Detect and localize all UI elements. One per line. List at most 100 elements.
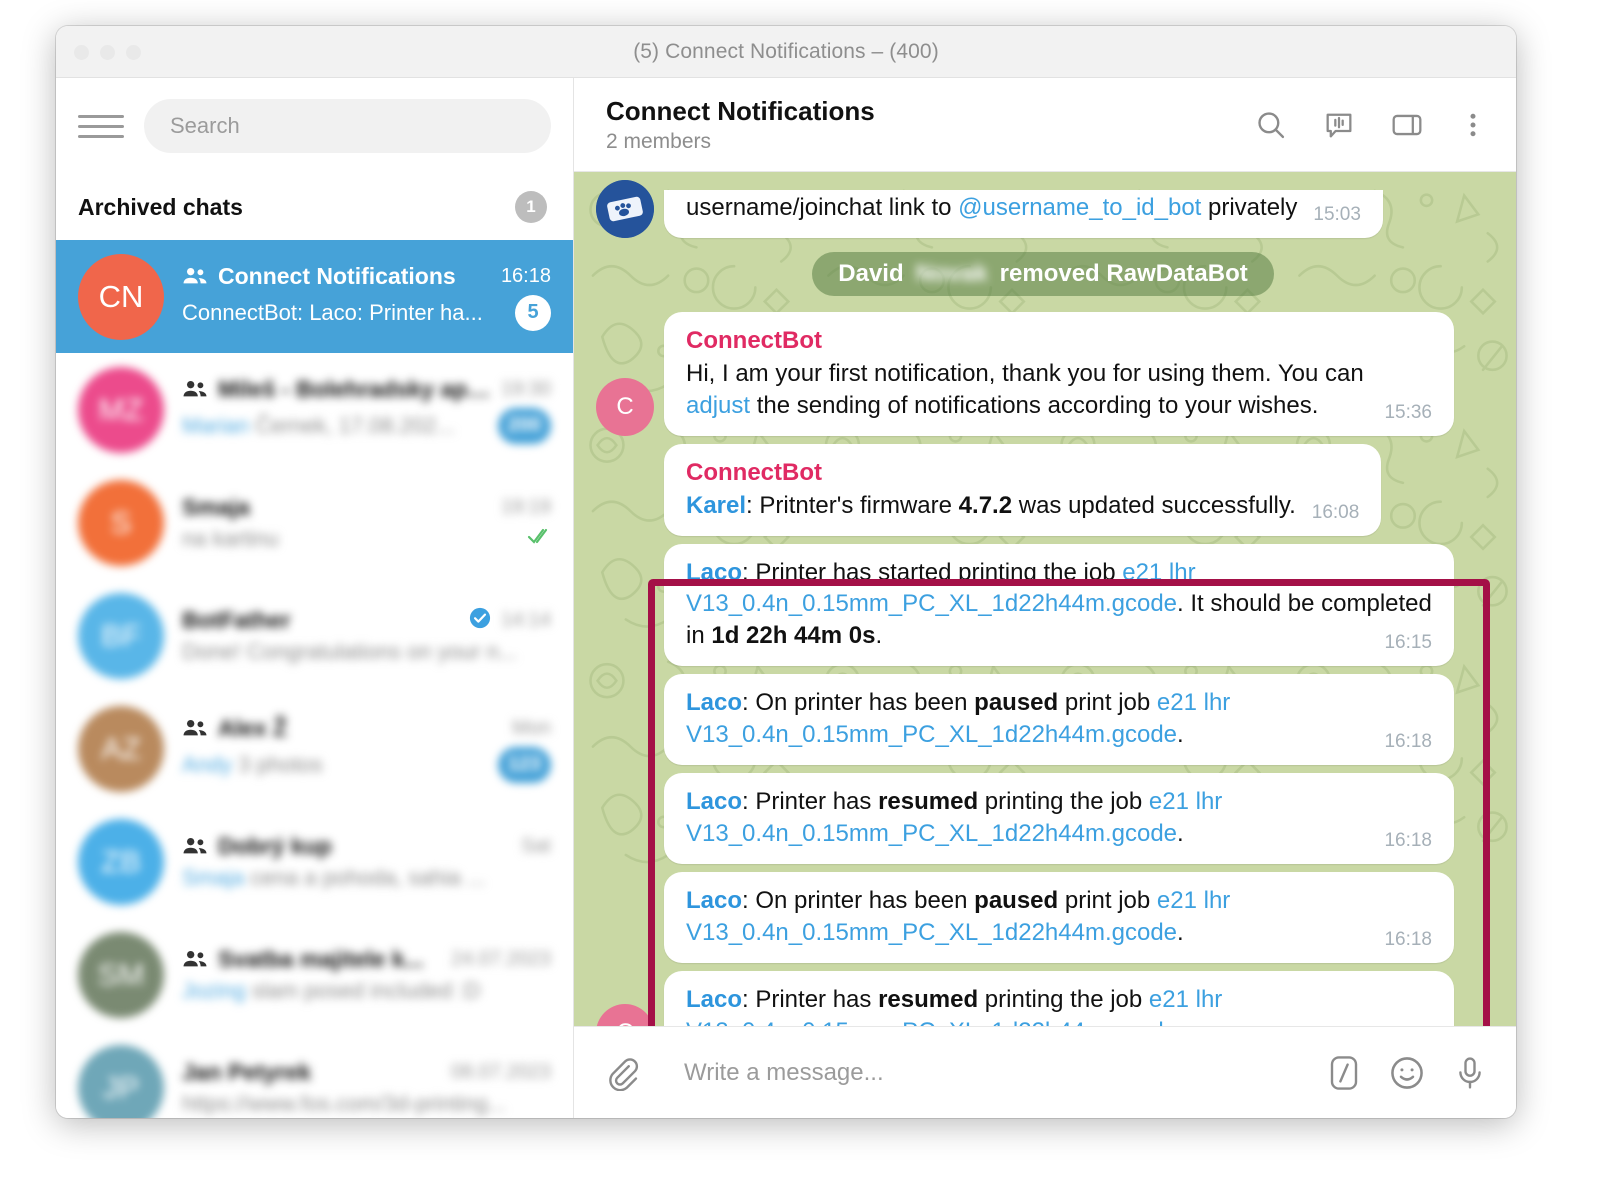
message-timestamp: 16:18 <box>1384 729 1432 754</box>
paperclip-icon[interactable] <box>604 1055 640 1091</box>
service-actor[interactable]: David <box>838 260 903 288</box>
chat-item-time: Sat <box>521 835 551 858</box>
search-icon[interactable] <box>1254 108 1288 142</box>
message-avatar: C <box>596 378 654 436</box>
search-box[interactable] <box>144 99 551 153</box>
chat-item-meta: Dobrý kup Sat Smaja cena a pohoda, sahia .… <box>182 833 551 891</box>
group-icon <box>182 949 208 969</box>
zoom-button[interactable] <box>126 45 141 60</box>
sidebar-header <box>56 78 573 174</box>
hamburger-menu-icon[interactable] <box>78 111 124 141</box>
message-text: printing the job <box>978 788 1149 815</box>
emoji-smile-icon[interactable] <box>1388 1054 1426 1092</box>
chat-item-preview: ConnectBot: Laco: Printer ha... <box>182 300 505 326</box>
message-bubble[interactable]: Laco: Printer has resumed printing the j… <box>664 971 1454 1026</box>
chat-list-item[interactable]: SMSvatba majitele k...24.07.2023Jozing s… <box>56 918 573 1031</box>
slash-command-icon[interactable] <box>1326 1053 1362 1093</box>
chat-list-item[interactable]: SSmaja19:19na kartinu <box>56 466 573 579</box>
message-text: print job <box>1058 887 1157 914</box>
window-body: Archived chats 1 CN Connect Notifications… <box>56 78 1516 1118</box>
message-composer <box>574 1026 1516 1118</box>
message-row: C ConnectBot Hi, I am your first notificat… <box>596 312 1490 436</box>
message-input[interactable] <box>666 1059 1300 1087</box>
unread-badge: 5 <box>515 295 551 331</box>
message-row: Laco: On printer has been paused print j… <box>596 872 1490 963</box>
avatar: S <box>78 480 164 566</box>
chat-item-meta: Alex ŽMonAndy 3 photos123 <box>182 715 551 783</box>
chat-list-item[interactable]: AZ Alex ŽMonAndy 3 photos123 <box>56 692 573 805</box>
message-sender-name[interactable]: ConnectBot <box>686 457 1359 489</box>
chat-list-item[interactable]: BFBotFather14:14Done! Congratulations on… <box>56 579 573 692</box>
service-message: DavidNovakremoved RawDataBot <box>596 252 1490 296</box>
message-text: username/joinchat link to <box>686 194 958 221</box>
search-input[interactable] <box>170 113 525 139</box>
chat-list-item[interactable]: CN Connect Notifications16:18ConnectBot: … <box>56 240 573 353</box>
avatar: AZ <box>78 706 164 792</box>
chat-item-name: Smaja <box>182 494 491 521</box>
minimize-button[interactable] <box>100 45 115 60</box>
sidebar-panel-icon[interactable] <box>1390 108 1424 142</box>
chat-item-name: Svatba majitele k... <box>218 946 441 973</box>
message-bubble[interactable]: username/joinchat link to @username_to_i… <box>664 190 1383 238</box>
printer-name[interactable]: Laco <box>686 788 742 815</box>
message-bubble[interactable]: Laco: Printer has resumed printing the j… <box>664 773 1454 864</box>
message-row: Laco: Printer has started printing the j… <box>596 544 1490 667</box>
chat-item-name: Mileš - Bolehradsky apr... <box>218 376 491 403</box>
chat-item-time: 08.07.2023 <box>451 1061 551 1084</box>
message-timestamp: 16:08 <box>1312 500 1360 525</box>
chat-item-name: Dobrý kup <box>218 833 511 860</box>
message-text: . <box>1177 919 1184 946</box>
chat-header-text[interactable]: Connect Notifications 2 members <box>606 96 1254 154</box>
message-link[interactable]: adjust <box>686 392 750 419</box>
message-scroll-area[interactable]: username/joinchat link to @username_to_i… <box>596 172 1490 1026</box>
message-text: : On printer has been <box>742 887 974 914</box>
chat-pane: Connect Notifications 2 members <box>574 78 1516 1118</box>
microphone-icon[interactable] <box>1452 1054 1488 1092</box>
message-text: : Printer has started printing the job <box>742 559 1122 586</box>
message-timestamp: 15:36 <box>1384 400 1432 425</box>
message-bubble[interactable]: Laco: On printer has been paused print j… <box>664 872 1454 963</box>
message-text: the sending of notifications according t… <box>750 392 1318 419</box>
printer-name[interactable]: Laco <box>686 887 742 914</box>
printer-name[interactable]: Laco <box>686 689 742 716</box>
archived-chats-row[interactable]: Archived chats 1 <box>56 174 573 240</box>
printer-name[interactable]: Laco <box>686 986 742 1013</box>
printer-name[interactable]: Karel <box>686 492 746 519</box>
message-link[interactable]: @username_to_id_bot <box>958 194 1201 221</box>
message-text: Hi, I am your first notification, thank … <box>686 360 1364 387</box>
group-icon <box>182 718 208 738</box>
chat-list-item[interactable]: MZMileš - Bolehradsky apr...19:30Marian … <box>56 353 573 466</box>
printer-name[interactable]: Laco <box>686 559 742 586</box>
message-timestamp: 16:15 <box>1384 630 1432 655</box>
avatar: CN <box>78 254 164 340</box>
message-bubble[interactable]: ConnectBotKarel: Pritnter's firmware 4.7… <box>664 444 1381 536</box>
message-list[interactable]: username/joinchat link to @username_to_i… <box>574 172 1516 1026</box>
chat-list-item[interactable]: ZBDobrý kupSatSmaja cena a pohoda, sahia… <box>56 805 573 918</box>
emphasis-text: paused <box>974 887 1058 914</box>
chat-item-preview: Smaja cena a pohoda, sahia ... <box>182 865 551 891</box>
message-bubble[interactable]: ConnectBot Hi, I am your first notificati… <box>664 312 1454 436</box>
message-row: CLaco: Printer has resumed printing the … <box>596 971 1490 1026</box>
chat-item-time: 14:14 <box>501 609 551 632</box>
message-bubble[interactable]: Laco: Printer has started printing the j… <box>664 544 1454 667</box>
archived-chats-label: Archived chats <box>78 194 515 221</box>
message-sender-name[interactable]: ConnectBot <box>686 325 1432 357</box>
message-text: . <box>1177 820 1184 847</box>
window-titlebar: (5) Connect Notifications – (400) <box>56 26 1516 78</box>
avatar: SM <box>78 932 164 1018</box>
voice-chat-icon[interactable] <box>1322 108 1356 142</box>
more-options-icon[interactable] <box>1458 108 1488 142</box>
close-button[interactable] <box>74 45 89 60</box>
sidebar: Archived chats 1 CN Connect Notifications… <box>56 78 574 1118</box>
message-timestamp: 16:18 <box>1384 828 1432 853</box>
message-bubble[interactable]: Laco: On printer has been paused print j… <box>664 674 1454 765</box>
message-avatar <box>596 180 654 238</box>
chat-item-time: 16:18 <box>501 265 551 288</box>
chat-list[interactable]: CN Connect Notifications16:18ConnectBot: … <box>56 240 573 1118</box>
emphasis-text: resumed <box>878 788 978 815</box>
window-controls[interactable] <box>74 45 141 60</box>
avatar: BF <box>78 593 164 679</box>
chat-list-item[interactable]: JPJan Petyrek08.07.2023https://www.fos.c… <box>56 1031 573 1118</box>
chat-item-meta: Connect Notifications16:18ConnectBot: La… <box>182 263 551 331</box>
verified-icon <box>469 607 491 634</box>
